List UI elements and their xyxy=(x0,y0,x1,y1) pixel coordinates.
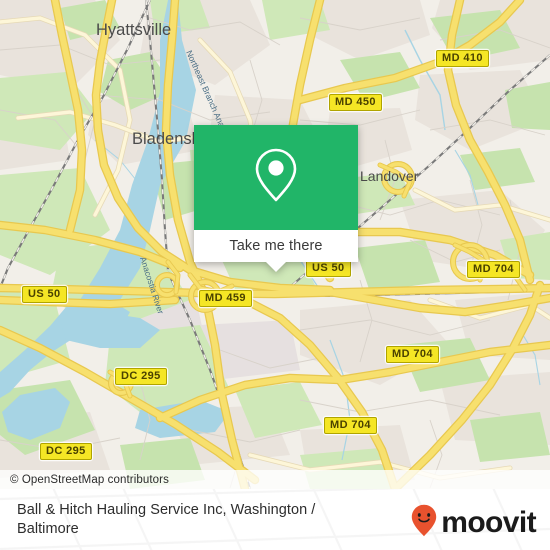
road-shield: MD 704 xyxy=(324,415,377,434)
moovit-brand[interactable]: moovit xyxy=(411,504,537,542)
popup-pointer-tail xyxy=(266,262,286,272)
road-shield: MD 704 xyxy=(386,344,439,363)
moovit-pin-smiley-icon xyxy=(411,504,437,542)
location-popup[interactable]: Take me there xyxy=(194,125,358,272)
popup-header xyxy=(194,125,358,230)
moovit-wordmark: moovit xyxy=(441,506,536,539)
road-shield: DC 295 xyxy=(40,441,92,460)
road-shield: MD 704 xyxy=(467,259,520,278)
road-shield: US 50 xyxy=(22,284,67,303)
take-me-there-button[interactable]: Take me there xyxy=(194,230,358,262)
footer-bar: Ball & Hitch Hauling Service Inc, Washin… xyxy=(0,489,550,550)
road-shield: MD 450 xyxy=(329,92,382,111)
road-shield: MD 410 xyxy=(436,48,489,67)
place-title: Ball & Hitch Hauling Service Inc, Washin… xyxy=(17,502,316,537)
map-pin-icon xyxy=(253,146,299,209)
road-shield: DC 295 xyxy=(115,366,167,385)
map-attribution[interactable]: © OpenStreetMap contributors xyxy=(0,470,550,489)
map-screenshot-root: .park { fill:#cfe8b8; } .forest { fill:#… xyxy=(0,0,550,550)
road-shield: MD 459 xyxy=(199,288,252,307)
